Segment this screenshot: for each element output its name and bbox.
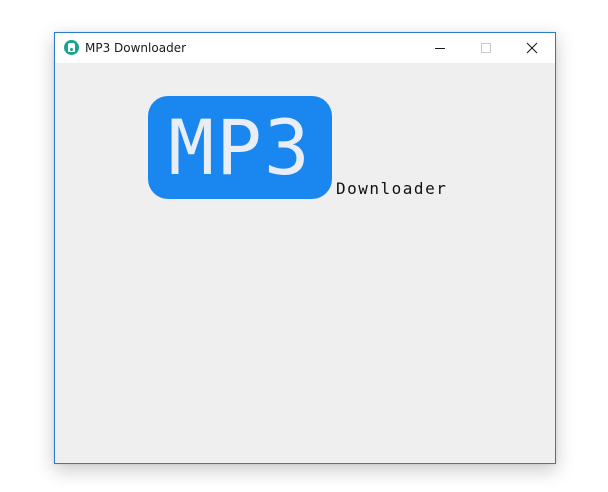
maximize-icon bbox=[481, 43, 491, 53]
mp3-logo-badge: MP3 bbox=[148, 96, 332, 199]
close-button[interactable] bbox=[509, 33, 555, 63]
maximize-button[interactable] bbox=[463, 33, 509, 63]
minimize-button[interactable] bbox=[417, 33, 463, 63]
logo-subtitle: Downloader bbox=[336, 179, 448, 198]
window-title: MP3 Downloader bbox=[85, 41, 187, 55]
logo-badge-text: MP3 bbox=[168, 102, 312, 192]
app-icon[interactable] bbox=[64, 40, 79, 55]
app-window: MP3 Downloader MP3 Downloader bbox=[54, 32, 556, 464]
title-bar[interactable]: MP3 Downloader bbox=[55, 33, 555, 63]
close-icon bbox=[526, 42, 538, 54]
minimize-icon bbox=[435, 48, 445, 49]
